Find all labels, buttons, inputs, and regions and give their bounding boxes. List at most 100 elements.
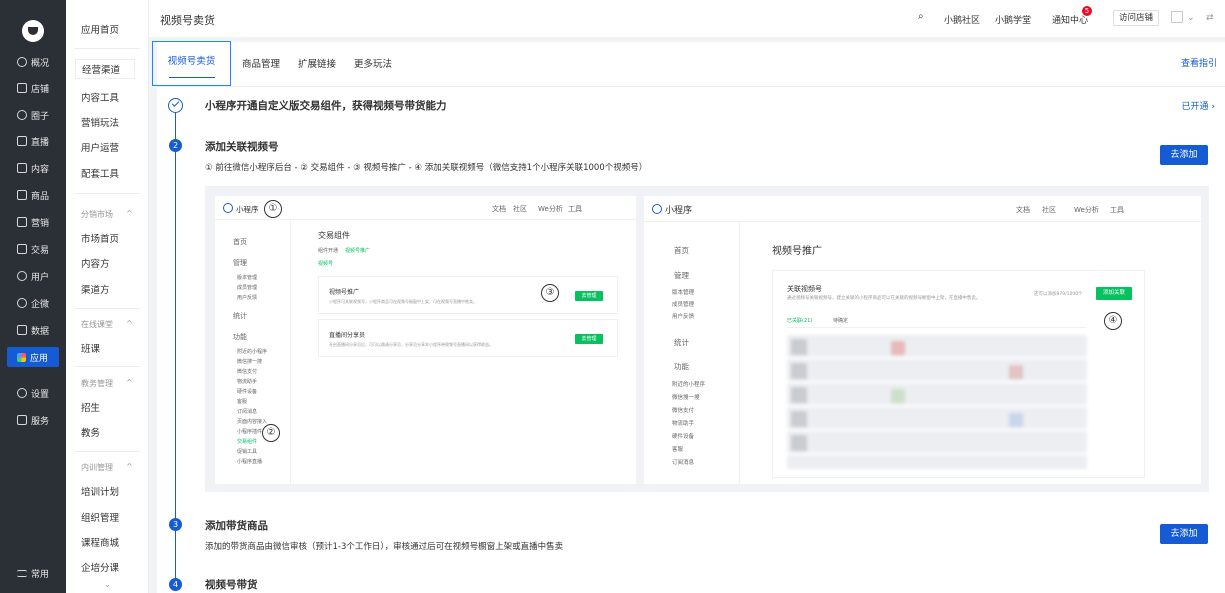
rail-item-label: 用户 bbox=[31, 272, 50, 283]
sidebar-item-support-tools[interactable]: 配套工具 bbox=[81, 166, 119, 180]
marker-3: ③ bbox=[541, 284, 559, 302]
rail-item-user[interactable]: 用户 bbox=[0, 266, 66, 286]
preview-side-sub: 客服 bbox=[672, 447, 684, 453]
rail-item-label: 应用 bbox=[30, 353, 49, 364]
tab-more-play[interactable]: 更多玩法 bbox=[354, 56, 392, 70]
preview-manage-button: 去管理 bbox=[575, 334, 603, 344]
preview-box: 关联视频号 通过视频号关联视频号，建立关联的小程序商品可以在关联的视频号橱窗中上… bbox=[772, 270, 1145, 478]
rail-item-overview[interactable]: 概况 bbox=[0, 52, 66, 72]
sidebar-item-org-manage[interactable]: 组织管理 bbox=[81, 510, 119, 524]
preview-pane-right: 小程序 文档 社区 We分析 工具 首页 管理 版本管理 成员管理 用户反馈 统… bbox=[644, 196, 1201, 484]
group-edu-admin[interactable]: 教务管理 bbox=[81, 378, 133, 389]
step-done-check-icon bbox=[168, 98, 183, 113]
opened-link[interactable]: 已开通 › bbox=[1182, 99, 1215, 112]
sidebar-item-training-plan[interactable]: 培训计划 bbox=[81, 484, 119, 498]
rail-item-store[interactable]: 店铺 bbox=[0, 78, 66, 98]
rail-item-live[interactable]: 直播 bbox=[0, 131, 66, 151]
preview-side-sub: 用户反馈 bbox=[672, 314, 695, 320]
preview-side-sub: 版本管理 bbox=[237, 275, 258, 281]
preview-box-title: 直播间分享员 bbox=[329, 332, 366, 339]
school-link[interactable]: 小鹅学堂 bbox=[995, 13, 1031, 26]
settings-icon bbox=[17, 388, 27, 398]
sidebar-item-content-side[interactable]: 内容方 bbox=[81, 256, 110, 270]
search-icon[interactable]: ⌕ bbox=[918, 11, 924, 22]
preview-side: 管理 bbox=[674, 271, 689, 280]
apps-icon bbox=[17, 352, 26, 362]
app-logo[interactable] bbox=[22, 20, 44, 42]
goods-icon bbox=[17, 190, 27, 200]
preview-side: 统计 bbox=[674, 338, 689, 347]
preview-subtab: 组件开通 bbox=[318, 248, 339, 254]
add-video-channel-button[interactable]: 去添加 bbox=[1160, 145, 1208, 165]
blurred-avatar bbox=[791, 435, 807, 451]
group-distribution-market[interactable]: 分销市场 bbox=[81, 209, 133, 220]
preview-side-sub: 微信搜一搜 bbox=[237, 359, 263, 365]
preview-subtab: 视频号推广 bbox=[345, 248, 371, 254]
sidebar-item-market-home[interactable]: 市场首页 bbox=[81, 231, 119, 245]
sidebar-item-app-home[interactable]: 应用首页 bbox=[81, 22, 119, 36]
preview-side: 首页 bbox=[233, 238, 247, 246]
sidebar-item-enroll[interactable]: 招生 bbox=[81, 400, 100, 414]
preview-box: 直播间分享员 开启直播间分享员后，可可以邀请分享员，分享员分享本小程序带视频号直… bbox=[318, 319, 618, 357]
sidebar-item-enterprise-course[interactable]: 企培分课 bbox=[81, 560, 119, 574]
blurred-avatar bbox=[791, 387, 807, 403]
page-title: 视频号卖货 bbox=[160, 14, 215, 27]
chevron-down-icon[interactable]: ⌄ bbox=[104, 580, 111, 589]
divider bbox=[74, 366, 140, 367]
group-online-class[interactable]: 在线课堂 bbox=[81, 319, 133, 330]
blurred-avatar bbox=[891, 389, 905, 403]
marker-1: ① bbox=[264, 200, 282, 218]
sidebar-item-edu-affairs[interactable]: 教务 bbox=[81, 425, 100, 439]
rail-item-common[interactable]: 常用 bbox=[0, 563, 66, 583]
rail-item-service[interactable]: 服务 bbox=[0, 410, 66, 430]
sidebar-item-channels[interactable]: 经营渠道 bbox=[75, 59, 135, 79]
add-goods-button[interactable]: 去添加 bbox=[1160, 524, 1208, 544]
rail-item-trade[interactable]: 交易 bbox=[0, 239, 66, 259]
tab-goods-manage[interactable]: 商品管理 bbox=[242, 56, 280, 70]
store-icon bbox=[17, 83, 27, 93]
miniprogram-brand: 小程序 bbox=[223, 203, 259, 215]
blurred-avatar bbox=[1009, 365, 1023, 379]
group-internal-training[interactable]: 内训管理 bbox=[81, 462, 133, 473]
preview-side-sub: 促销工具 bbox=[237, 449, 258, 455]
sidebar-item-class[interactable]: 班课 bbox=[81, 341, 100, 355]
notice-center-link[interactable]: 通知中心 bbox=[1052, 13, 1088, 26]
blurred-avatar bbox=[1009, 413, 1023, 427]
rail-item-apps[interactable]: 应用 bbox=[7, 347, 59, 367]
visit-store-button[interactable]: 访问店铺 bbox=[1113, 10, 1159, 26]
tab-bar: 视频号卖货 商品管理 扩展链接 更多玩法 查看指引 bbox=[152, 41, 1225, 87]
preview-side-sub: 附近的小程序 bbox=[237, 349, 268, 355]
rail-item-data[interactable]: 数据 bbox=[0, 320, 66, 340]
blurred-avatar bbox=[791, 411, 807, 427]
tab-extend-links[interactable]: 扩展链接 bbox=[298, 56, 336, 70]
sidebar-item-content-tools[interactable]: 内容工具 bbox=[81, 90, 119, 104]
qrcode-icon[interactable] bbox=[1171, 11, 1183, 23]
preview-side-sub: 版本管理 bbox=[672, 290, 695, 296]
rail-item-goods[interactable]: 商品 bbox=[0, 185, 66, 205]
sidebar-item-channel-side[interactable]: 渠道方 bbox=[81, 282, 110, 296]
view-guide-link[interactable]: 查看指引 bbox=[1181, 56, 1217, 69]
main-card: 视频号卖货 商品管理 扩展链接 更多玩法 查看指引 小程序开通自定义版交易组件，… bbox=[149, 37, 1225, 593]
rail-item-marketing[interactable]: 营销 bbox=[0, 212, 66, 232]
rail-item-content[interactable]: 内容 bbox=[0, 158, 66, 178]
sidebar-item-course-mall[interactable]: 课程商城 bbox=[81, 535, 119, 549]
preview-nav: 文档 bbox=[1016, 206, 1030, 214]
menu-icon bbox=[17, 569, 27, 577]
step4-number: 4 bbox=[169, 578, 182, 591]
sidebar-item-user-ops[interactable]: 用户运营 bbox=[81, 140, 119, 154]
rail-item-label: 设置 bbox=[31, 389, 50, 400]
preview-side-sub: 物流助手 bbox=[237, 379, 258, 385]
blurred-list bbox=[787, 335, 1087, 469]
rail-item-settings[interactable]: 设置 bbox=[0, 383, 66, 403]
rail-item-label: 直播 bbox=[31, 137, 50, 148]
switch-icon[interactable]: ⇄ bbox=[1206, 13, 1214, 23]
tab-video-selling[interactable]: 视频号卖货 bbox=[152, 41, 231, 86]
preview-divider bbox=[787, 327, 1087, 328]
sidebar-item-marketing-play[interactable]: 营销玩法 bbox=[81, 115, 119, 129]
preview-side-sub: 页面内容接入 bbox=[237, 419, 268, 425]
chevron-down-icon[interactable]: ⌄ bbox=[1187, 13, 1195, 23]
blurred-avatar bbox=[791, 339, 807, 355]
community-link[interactable]: 小鹅社区 bbox=[944, 13, 980, 26]
rail-item-wecom[interactable]: 企微 bbox=[0, 293, 66, 313]
rail-item-circle[interactable]: 圈子 bbox=[0, 105, 66, 125]
